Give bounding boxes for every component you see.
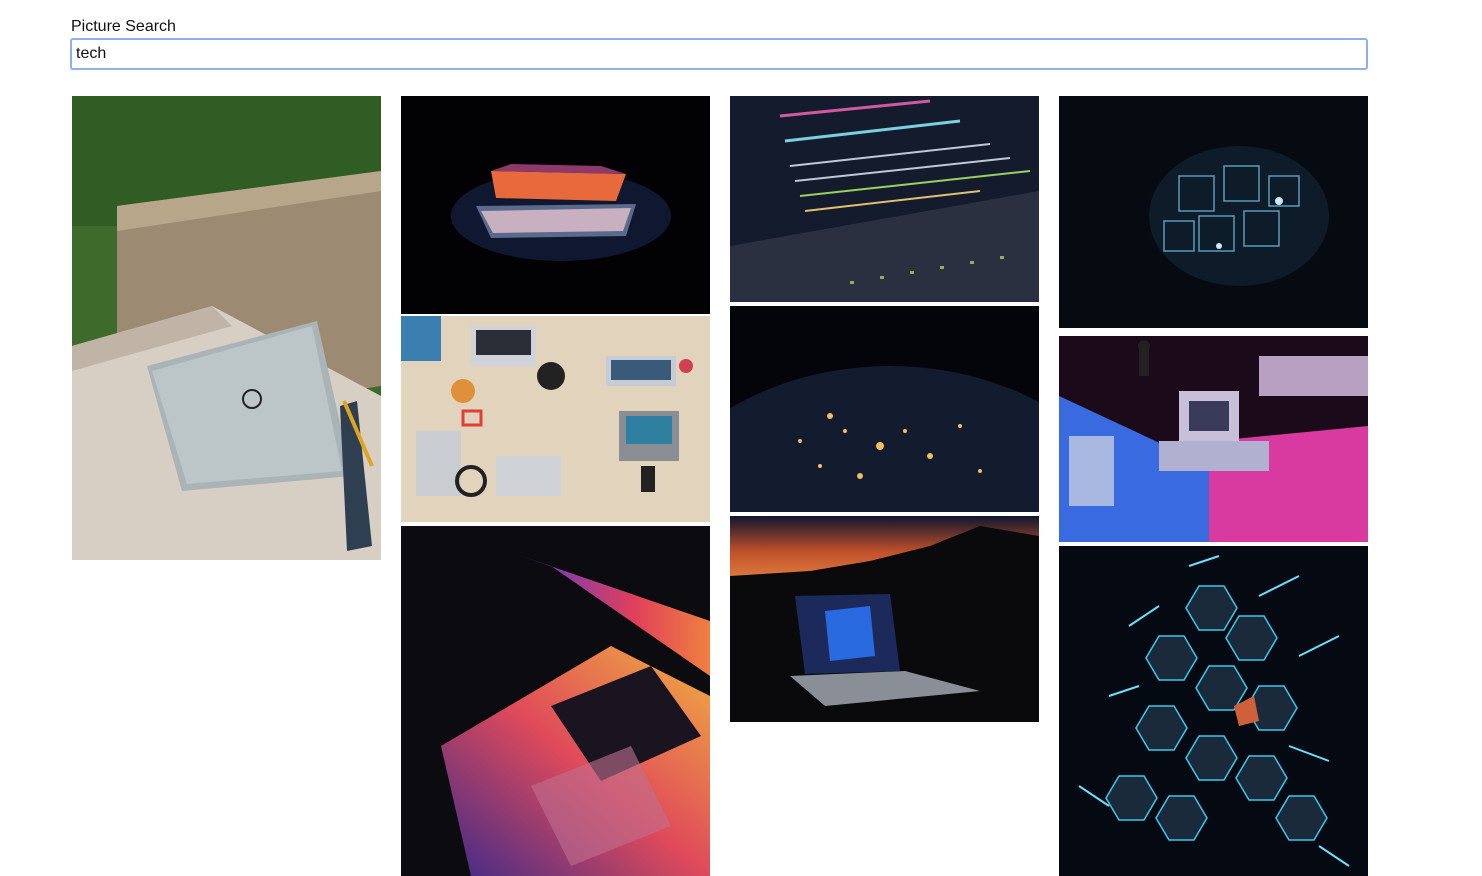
- search-label: Picture Search: [71, 18, 176, 35]
- retro-computers-neon-image[interactable]: [1059, 336, 1368, 542]
- windows-laptop-sunset-image[interactable]: [730, 516, 1039, 722]
- team-laptops-desk-image[interactable]: [401, 316, 710, 522]
- macbook-gradient-keyboard-image[interactable]: [401, 526, 710, 876]
- code-on-screen-image[interactable]: [730, 96, 1039, 302]
- earth-night-lights-image[interactable]: [730, 306, 1039, 512]
- search-input[interactable]: [70, 38, 1368, 70]
- neon-hexagon-abstract-image[interactable]: [1059, 546, 1368, 876]
- picture-search-page: Picture Search: [0, 0, 1482, 876]
- glowing-laptop-dark-image[interactable]: [401, 96, 710, 314]
- dell-laptop-on-stone-bench-image[interactable]: [72, 96, 381, 560]
- neon-cubes-structure-image[interactable]: [1059, 96, 1368, 328]
